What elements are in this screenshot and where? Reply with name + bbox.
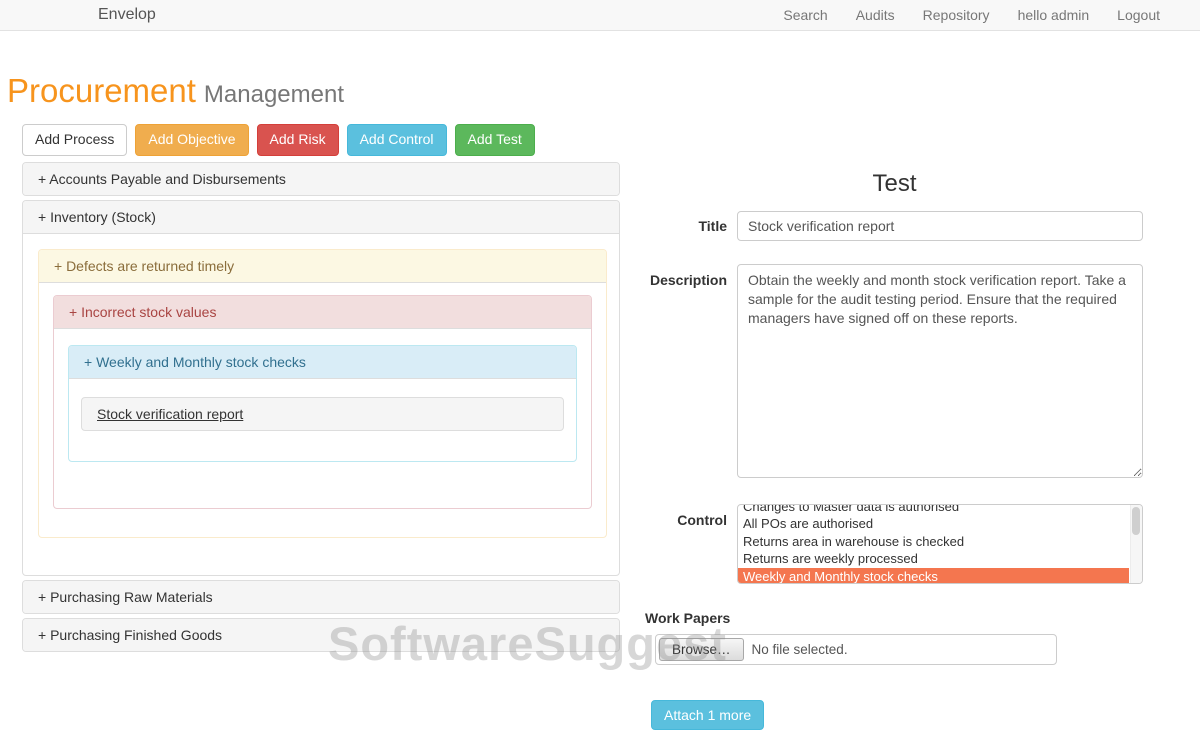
control-select-scrollbar-thumb[interactable] [1132, 507, 1140, 535]
nav-links: Search Audits Repository hello admin Log… [769, 7, 1174, 23]
brand-envelop[interactable]: Envelop [98, 6, 156, 24]
panel-header-risk-incorrect-stock[interactable]: + Incorrect stock values [54, 296, 591, 329]
control-select[interactable]: Changes to Master data is authorised All… [737, 504, 1143, 584]
panel-body-inventory: + Defects are returned timely + Incorrec… [23, 234, 619, 575]
panel-control-weekly-checks: + Weekly and Monthly stock checks Stock … [68, 345, 577, 462]
panel-body-control-weekly-checks: Stock verification report [69, 379, 576, 461]
description-row: Description Obtain the weekly and month … [645, 264, 1144, 478]
control-option[interactable]: All POs are authorised [738, 515, 1129, 532]
panel-header-accounts-payable[interactable]: + Accounts Payable and Disbursements [23, 163, 619, 195]
title-input[interactable] [737, 211, 1143, 241]
description-textarea[interactable]: Obtain the weekly and month stock verifi… [737, 264, 1143, 478]
panel-header-control-weekly-checks[interactable]: + Weekly and Monthly stock checks [69, 346, 576, 379]
panel-finished-goods: + Purchasing Finished Goods [22, 618, 620, 652]
control-select-scrollbar[interactable] [1130, 505, 1142, 583]
control-row: Control Changes to Master data is author… [645, 504, 1144, 584]
test-link-stock-verification[interactable]: Stock verification report [97, 406, 243, 422]
panel-body-risk-incorrect-stock: + Weekly and Monthly stock checks Stock … [54, 329, 591, 508]
nav-search[interactable]: Search [769, 7, 841, 23]
attach-more-button[interactable]: Attach 1 more [651, 700, 764, 730]
control-option[interactable]: Weekly and Monthly stock checks [738, 568, 1129, 584]
panel-header-inventory[interactable]: + Inventory (Stock) [23, 201, 619, 234]
add-test-button[interactable]: Add Test [455, 124, 535, 156]
panel-accounts-payable: + Accounts Payable and Disbursements [22, 162, 620, 196]
control-option[interactable]: Returns area in warehouse is checked [738, 533, 1129, 550]
work-papers-label: Work Papers [645, 610, 1144, 626]
file-status-text: No file selected. [752, 642, 848, 657]
nav-repository[interactable]: Repository [909, 7, 1004, 23]
add-risk-button[interactable]: Add Risk [257, 124, 339, 156]
panel-body-objective-defects: + Incorrect stock values + Weekly and Mo… [39, 283, 606, 537]
page-title-primary: Procurement [7, 72, 196, 109]
control-option[interactable]: Changes to Master data is authorised [738, 504, 1129, 515]
test-form: Test Title Description Obtain the weekly… [645, 170, 1144, 730]
panel-inventory: + Inventory (Stock) + Defects are return… [22, 200, 620, 576]
title-label: Title [645, 218, 737, 234]
top-navbar: Envelop Search Audits Repository hello a… [0, 0, 1200, 31]
process-accordion: + Accounts Payable and Disbursements + I… [22, 162, 620, 656]
file-input[interactable]: Browse… No file selected. [655, 634, 1057, 665]
control-label: Control [645, 504, 737, 584]
panel-header-objective-defects[interactable]: + Defects are returned timely [39, 250, 606, 283]
control-option[interactable]: Returns are weekly processed [738, 550, 1129, 567]
panel-objective-defects: + Defects are returned timely + Incorrec… [38, 249, 607, 538]
add-process-button[interactable]: Add Process [22, 124, 127, 156]
add-objective-button[interactable]: Add Objective [135, 124, 248, 156]
panel-risk-incorrect-stock: + Incorrect stock values + Weekly and Mo… [53, 295, 592, 509]
description-label: Description [645, 264, 737, 478]
work-papers-section: Work Papers Browse… No file selected. At… [645, 610, 1144, 730]
panel-raw-materials: + Purchasing Raw Materials [22, 580, 620, 614]
toolbar: Add Process Add Objective Add Risk Add C… [22, 124, 535, 156]
title-row: Title [645, 211, 1144, 241]
page-title-secondary: Management [204, 81, 344, 108]
browse-button[interactable]: Browse… [659, 638, 744, 661]
add-control-button[interactable]: Add Control [347, 124, 447, 156]
test-item-stock-verification[interactable]: Stock verification report [81, 397, 564, 431]
panel-header-raw-materials[interactable]: + Purchasing Raw Materials [23, 581, 619, 613]
nav-logout[interactable]: Logout [1103, 7, 1174, 23]
nav-user-greeting[interactable]: hello admin [1004, 7, 1104, 23]
nav-audits[interactable]: Audits [842, 7, 909, 23]
panel-header-finished-goods[interactable]: + Purchasing Finished Goods [23, 619, 619, 651]
control-options-list: Changes to Master data is authorised All… [738, 504, 1142, 584]
form-heading: Test [645, 170, 1144, 198]
page-title: Procurement Management [7, 72, 344, 110]
